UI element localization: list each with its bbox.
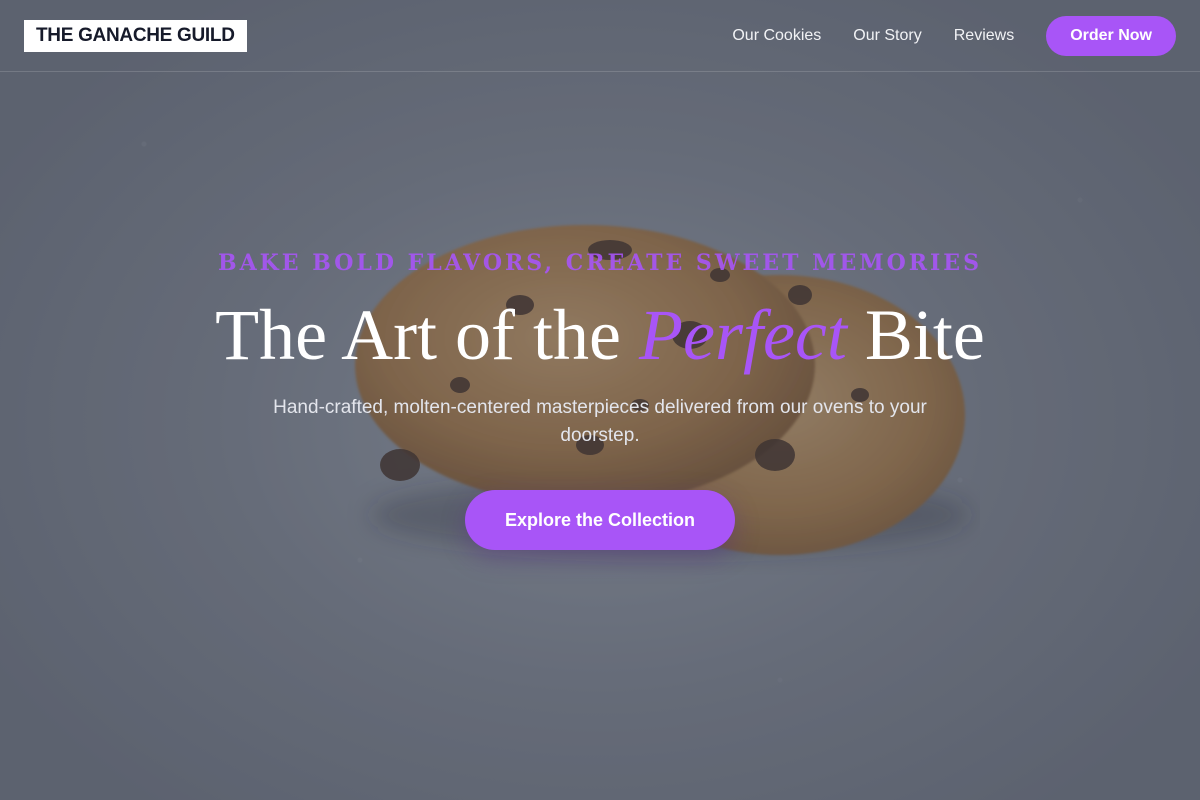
landing-page: THE GANACHE GUILD Our Cookies Our Story … <box>0 0 1200 800</box>
headline-start: The Art of the <box>215 295 639 375</box>
nav-link-our-story[interactable]: Our Story <box>853 27 921 45</box>
brand-logo[interactable]: THE GANACHE GUILD <box>24 20 247 52</box>
order-now-button[interactable]: Order Now <box>1046 16 1176 56</box>
nav-link-our-cookies[interactable]: Our Cookies <box>732 27 821 45</box>
headline-end: Bite <box>846 295 985 375</box>
hero-subtitle: Hand-crafted, molten-centered masterpiec… <box>273 397 927 446</box>
explore-collection-button[interactable]: Explore the Collection <box>465 490 735 550</box>
hero-tagline: BAKE BOLD FLAVORS, CREATE SWEET MEMORIES <box>218 250 982 276</box>
hero-section: BAKE BOLD FLAVORS, CREATE SWEET MEMORIES… <box>0 72 1200 800</box>
site-header: THE GANACHE GUILD Our Cookies Our Story … <box>0 0 1200 72</box>
headline-accent: Perfect <box>639 295 847 375</box>
main-nav: Our Cookies Our Story Reviews Order Now <box>732 16 1176 56</box>
nav-link-reviews[interactable]: Reviews <box>954 27 1014 45</box>
hero-headline: The Art of the Perfect Bite <box>0 290 1200 380</box>
